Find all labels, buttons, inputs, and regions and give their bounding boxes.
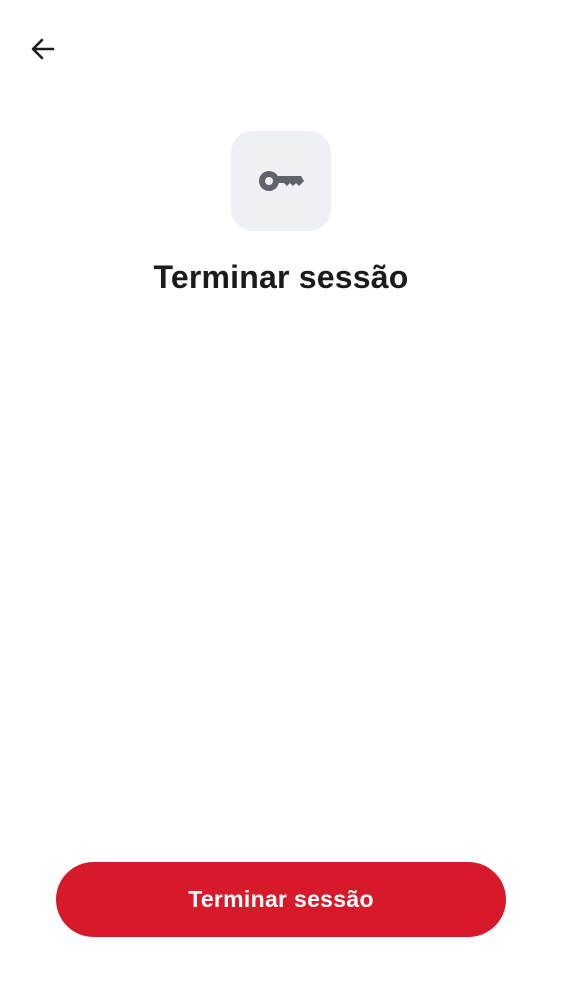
back-button[interactable] [20,26,66,72]
page-title: Terminar sessão [153,259,409,295]
key-icon [259,171,304,191]
logout-button[interactable]: Terminar sessão [56,862,506,937]
logout-screen: Terminar sessão Terminar sessão [0,0,562,1000]
arrow-left-icon [31,38,55,60]
key-icon-tile [231,131,331,231]
